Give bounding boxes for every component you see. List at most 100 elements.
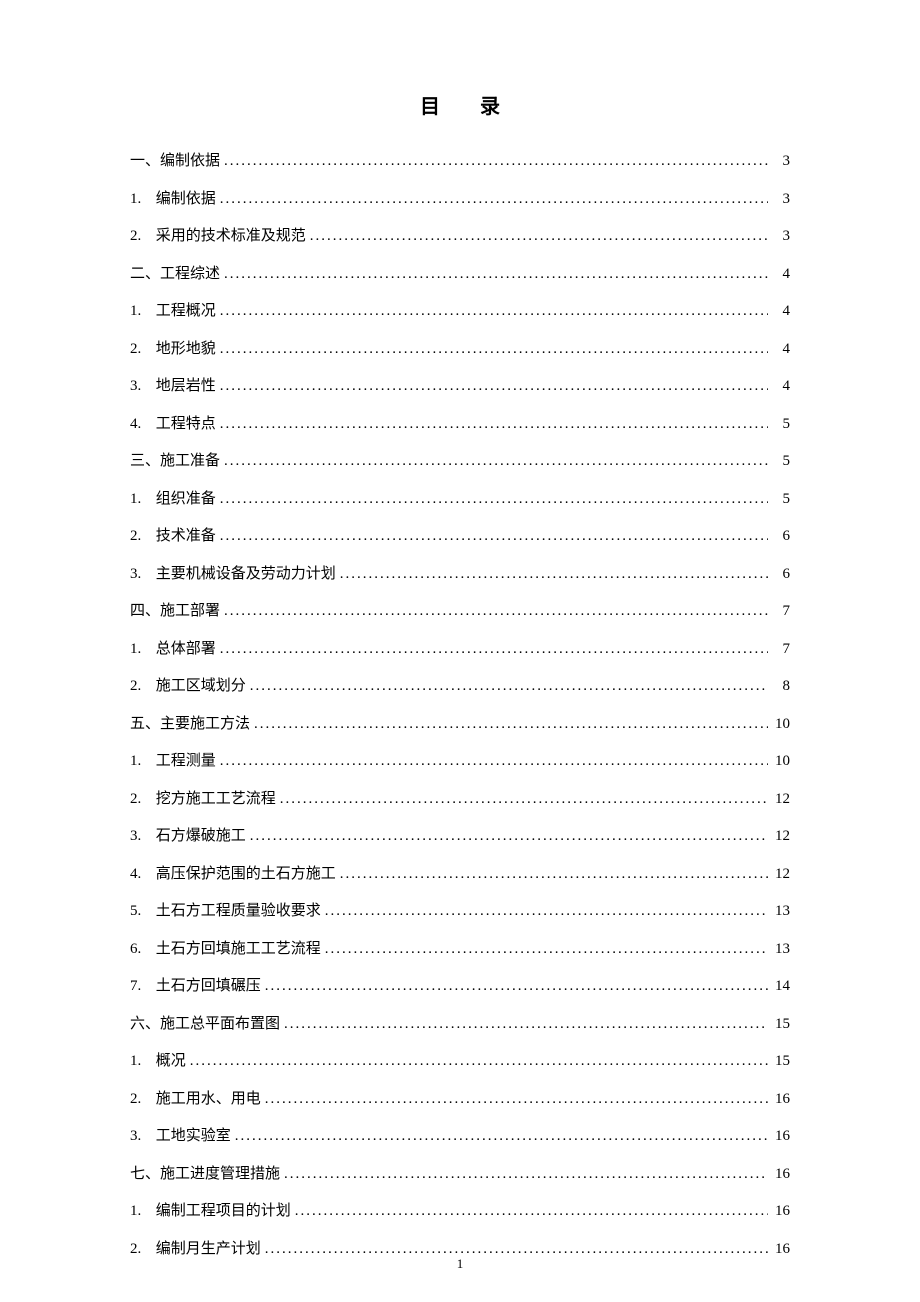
toc-dots <box>224 149 768 173</box>
toc-entry-label: 2. 挖方施工工艺流程 <box>130 787 276 811</box>
toc-entry-page: 4 <box>772 374 790 398</box>
toc-entry-label: 3. 地层岩性 <box>130 374 216 398</box>
toc-entry-text: 技术准备 <box>156 528 216 544</box>
toc-dots <box>265 1087 768 1111</box>
toc-entry-label: 7. 土石方回填碾压 <box>130 974 261 998</box>
toc-dots <box>340 862 768 886</box>
toc-entry-text: 工程综述 <box>160 266 220 282</box>
toc-entry-page: 10 <box>772 749 790 773</box>
toc-entry-number: 1. <box>130 487 152 511</box>
toc-entry-page: 16 <box>772 1199 790 1223</box>
toc-entry-number: 3. <box>130 824 152 848</box>
toc-dots <box>220 187 768 211</box>
toc-entry-page: 3 <box>772 187 790 211</box>
toc-entry-label: 1. 工程概况 <box>130 299 216 323</box>
toc-entry: 1. 编制依据 3 <box>130 187 790 211</box>
toc-dots <box>190 1049 768 1073</box>
toc-entry-text: 施工区域划分 <box>156 678 246 694</box>
toc-entry-page: 12 <box>772 787 790 811</box>
toc-dots <box>265 974 768 998</box>
toc-entry: 1. 概况15 <box>130 1049 790 1073</box>
toc-entry-text: 石方爆破施工 <box>156 828 246 844</box>
toc-entry-label: 2. 采用的技术标准及规范 <box>130 224 306 248</box>
toc-dots <box>220 637 768 661</box>
toc-entry-page: 4 <box>772 299 790 323</box>
toc-dots <box>235 1124 768 1148</box>
toc-entry-page: 15 <box>772 1049 790 1073</box>
toc-entry-page: 3 <box>772 224 790 248</box>
toc-entry-number: 7. <box>130 974 152 998</box>
toc-dots <box>340 562 768 586</box>
toc-dots <box>220 749 768 773</box>
toc-dots <box>220 374 768 398</box>
toc-dots <box>254 712 768 736</box>
toc-entry-text: 施工准备 <box>160 453 220 469</box>
toc-entry-page: 15 <box>772 1012 790 1036</box>
toc-entry-text: 地层岩性 <box>156 378 216 394</box>
toc-entry-number: 4. <box>130 862 152 886</box>
toc-entry-label: 2. 施工区域划分 <box>130 674 246 698</box>
toc-entry-number: 3. <box>130 374 152 398</box>
toc-dots <box>220 524 768 548</box>
toc-dots <box>325 899 768 923</box>
toc-entry-page: 5 <box>772 487 790 511</box>
toc-entry-number: 1. <box>130 299 152 323</box>
toc-entry-page: 6 <box>772 562 790 586</box>
toc-entry: 一、编制依据3 <box>130 149 790 173</box>
toc-entry-label: 1. 编制依据 <box>130 187 216 211</box>
toc-entry: 2. 施工区域划分8 <box>130 674 790 698</box>
toc-entry-number: 四、 <box>130 599 160 623</box>
toc-entry-page: 5 <box>772 449 790 473</box>
toc-title: 目录 <box>130 90 790 119</box>
toc-entry: 六、施工总平面布置图15 <box>130 1012 790 1036</box>
toc-entry-label: 3. 工地实验室 <box>130 1124 231 1148</box>
toc-entry-number: 5. <box>130 899 152 923</box>
toc-entry-page: 4 <box>772 262 790 286</box>
toc-entry-label: 2. 地形地貌 <box>130 337 216 361</box>
toc-entry-page: 16 <box>772 1087 790 1111</box>
toc-entry-page: 7 <box>772 637 790 661</box>
toc-entry: 三、施工准备 5 <box>130 449 790 473</box>
toc-entry-text: 工程特点 <box>156 416 216 432</box>
toc-entry-label: 2. 施工用水、用电 <box>130 1087 261 1111</box>
toc-entry: 1. 编制工程项目的计划16 <box>130 1199 790 1223</box>
toc-entry: 2. 技术准备6 <box>130 524 790 548</box>
toc-dots <box>284 1162 768 1186</box>
toc-entry-label: 6. 土石方回填施工工艺流程 <box>130 937 321 961</box>
toc-dots <box>280 787 768 811</box>
toc-entry-page: 4 <box>772 337 790 361</box>
toc-entry-label: 3. 石方爆破施工 <box>130 824 246 848</box>
toc-entry: 3. 石方爆破施工 12 <box>130 824 790 848</box>
toc-entry-page: 16 <box>772 1124 790 1148</box>
toc-entry: 四、施工部署7 <box>130 599 790 623</box>
toc-dots <box>220 487 768 511</box>
toc-entry-text: 土石方工程质量验收要求 <box>156 903 321 919</box>
toc-entry-label: 4. 高压保护范围的土石方施工 <box>130 862 336 886</box>
toc-entry-number: 2. <box>130 1087 152 1111</box>
toc-entry-number: 五、 <box>130 712 160 736</box>
toc-entry-label: 一、编制依据 <box>130 149 220 173</box>
toc-entry: 2. 挖方施工工艺流程 12 <box>130 787 790 811</box>
toc-entry-number: 3. <box>130 1124 152 1148</box>
toc-entry: 4. 高压保护范围的土石方施工 12 <box>130 862 790 886</box>
toc-entry-number: 2. <box>130 787 152 811</box>
toc-entry-number: 一、 <box>130 149 160 173</box>
toc-entry-label: 七、施工进度管理措施 <box>130 1162 280 1186</box>
toc-entry-text: 施工用水、用电 <box>156 1091 261 1107</box>
toc-entry-page: 16 <box>772 1162 790 1186</box>
toc-entry-label: 1. 组织准备 <box>130 487 216 511</box>
toc-entry: 1. 总体部署 7 <box>130 637 790 661</box>
toc-entry: 五、主要施工方法10 <box>130 712 790 736</box>
toc-entry-text: 总体部署 <box>156 641 216 657</box>
toc-entry-label: 1. 总体部署 <box>130 637 216 661</box>
toc-entry-text: 挖方施工工艺流程 <box>156 791 276 807</box>
toc-entry-text: 编制工程项目的计划 <box>156 1203 291 1219</box>
toc-entry-label: 5. 土石方工程质量验收要求 <box>130 899 321 923</box>
toc-entry-page: 12 <box>772 824 790 848</box>
toc-entry-number: 二、 <box>130 262 160 286</box>
toc-entry-page: 12 <box>772 862 790 886</box>
toc-dots <box>310 224 768 248</box>
toc-dots <box>220 412 768 436</box>
toc-entry-number: 三、 <box>130 449 160 473</box>
toc-entry-number: 3. <box>130 562 152 586</box>
